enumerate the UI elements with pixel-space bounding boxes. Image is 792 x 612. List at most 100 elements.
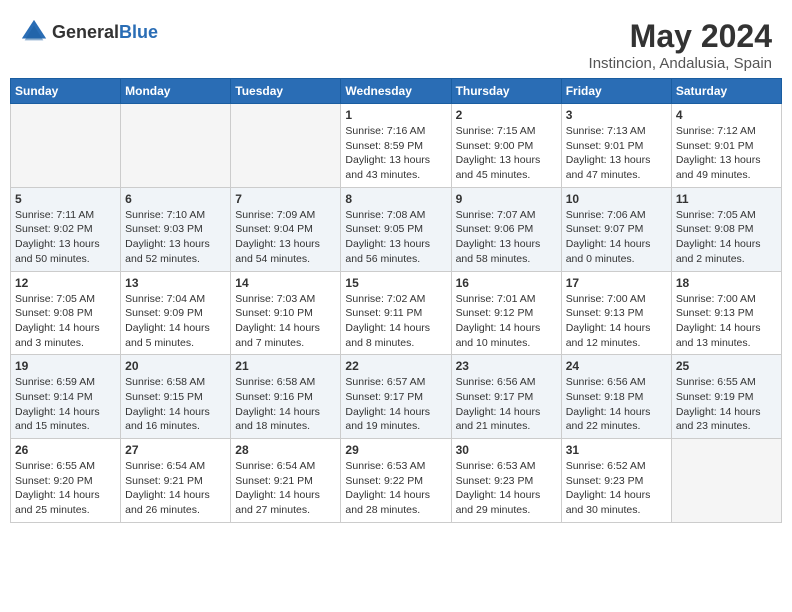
day-number: 31	[566, 443, 667, 457]
day-info: Sunrise: 6:56 AM Sunset: 9:18 PM Dayligh…	[566, 375, 667, 434]
day-number: 24	[566, 359, 667, 373]
day-number: 30	[456, 443, 557, 457]
calendar-title: May 2024	[589, 18, 772, 55]
day-number: 5	[15, 192, 116, 206]
calendar-cell: 7 Sunrise: 7:09 AM Sunset: 9:04 PM Daylig…	[231, 187, 341, 271]
week-row-1: 1Sunrise: 7:16 AM Sunset: 8:59 PM Daylig…	[11, 104, 782, 188]
day-info: Sunrise: 7:00 AM Sunset: 9:13 PM Dayligh…	[566, 292, 667, 351]
day-info: Sunrise: 7:03 AM Sunset: 9:10 PM Dayligh…	[235, 292, 336, 351]
day-number: 9	[456, 192, 557, 206]
day-info: Sunrise: 7:13 AM Sunset: 9:01 PM Dayligh…	[566, 124, 667, 183]
calendar-cell: 24 Sunrise: 6:56 AM Sunset: 9:18 PM Dayli…	[561, 355, 671, 439]
day-number: 22	[345, 359, 446, 373]
day-info: Sunrise: 7:05 AM Sunset: 9:08 PM Dayligh…	[676, 208, 777, 267]
day-header-tuesday: Tuesday	[231, 79, 341, 104]
calendar-cell: 25 Sunrise: 6:55 AM Sunset: 9:19 PM Dayli…	[671, 355, 781, 439]
page-header: GeneralBlue May 2024 Instincion, Andalus…	[10, 10, 782, 78]
calendar-cell: 2 Sunrise: 7:15 AM Sunset: 9:00 PM Daylig…	[451, 104, 561, 188]
calendar-cell	[231, 104, 341, 188]
calendar-cell: 18 Sunrise: 7:00 AM Sunset: 9:13 PM Dayli…	[671, 271, 781, 355]
day-number: 29	[345, 443, 446, 457]
day-header-thursday: Thursday	[451, 79, 561, 104]
calendar-cell: 3 Sunrise: 7:13 AM Sunset: 9:01 PM Daylig…	[561, 104, 671, 188]
logo-text-general: General	[52, 22, 119, 42]
day-info: Sunrise: 6:54 AM Sunset: 9:21 PM Dayligh…	[125, 459, 226, 518]
day-info: Sunrise: 6:58 AM Sunset: 9:15 PM Dayligh…	[125, 375, 226, 434]
calendar-cell: 16 Sunrise: 7:01 AM Sunset: 9:12 PM Dayli…	[451, 271, 561, 355]
calendar-cell	[11, 104, 121, 188]
day-number: 25	[676, 359, 777, 373]
calendar-cell: 27 Sunrise: 6:54 AM Sunset: 9:21 PM Dayli…	[121, 439, 231, 523]
calendar-cell: 10 Sunrise: 7:06 AM Sunset: 9:07 PM Dayli…	[561, 187, 671, 271]
calendar-cell: 28Sunrise: 6:54 AM Sunset: 9:21 PM Dayli…	[231, 439, 341, 523]
day-header-wednesday: Wednesday	[341, 79, 451, 104]
day-number: 16	[456, 276, 557, 290]
day-info: Sunrise: 7:06 AM Sunset: 9:07 PM Dayligh…	[566, 208, 667, 267]
calendar-cell	[671, 439, 781, 523]
calendar-cell: 29Sunrise: 6:53 AM Sunset: 9:22 PM Dayli…	[341, 439, 451, 523]
day-number: 14	[235, 276, 336, 290]
day-info: Sunrise: 7:15 AM Sunset: 9:00 PM Dayligh…	[456, 124, 557, 183]
calendar-cell: 9 Sunrise: 7:07 AM Sunset: 9:06 PM Daylig…	[451, 187, 561, 271]
calendar-cell: 1Sunrise: 7:16 AM Sunset: 8:59 PM Daylig…	[341, 104, 451, 188]
calendar-cell: 17 Sunrise: 7:00 AM Sunset: 9:13 PM Dayli…	[561, 271, 671, 355]
day-number: 2	[456, 108, 557, 122]
calendar-cell: 15Sunrise: 7:02 AM Sunset: 9:11 PM Dayli…	[341, 271, 451, 355]
day-number: 26	[15, 443, 116, 457]
day-info: Sunrise: 7:07 AM Sunset: 9:06 PM Dayligh…	[456, 208, 557, 267]
day-info: Sunrise: 6:58 AM Sunset: 9:16 PM Dayligh…	[235, 375, 336, 434]
day-number: 23	[456, 359, 557, 373]
logo-icon	[20, 18, 48, 46]
calendar-cell: 11 Sunrise: 7:05 AM Sunset: 9:08 PM Dayli…	[671, 187, 781, 271]
week-row-3: 12Sunrise: 7:05 AM Sunset: 9:08 PM Dayli…	[11, 271, 782, 355]
day-number: 13	[125, 276, 226, 290]
day-info: Sunrise: 6:59 AM Sunset: 9:14 PM Dayligh…	[15, 375, 116, 434]
day-info: Sunrise: 7:11 AM Sunset: 9:02 PM Dayligh…	[15, 208, 116, 267]
day-number: 27	[125, 443, 226, 457]
calendar-cell: 26 Sunrise: 6:55 AM Sunset: 9:20 PM Dayli…	[11, 439, 121, 523]
day-info: Sunrise: 7:12 AM Sunset: 9:01 PM Dayligh…	[676, 124, 777, 183]
calendar-cell: 14 Sunrise: 7:03 AM Sunset: 9:10 PM Dayli…	[231, 271, 341, 355]
week-row-5: 26 Sunrise: 6:55 AM Sunset: 9:20 PM Dayli…	[11, 439, 782, 523]
day-number: 8	[345, 192, 446, 206]
day-header-friday: Friday	[561, 79, 671, 104]
day-number: 12	[15, 276, 116, 290]
day-number: 19	[15, 359, 116, 373]
day-number: 20	[125, 359, 226, 373]
day-number: 21	[235, 359, 336, 373]
day-number: 10	[566, 192, 667, 206]
calendar-cell: 6 Sunrise: 7:10 AM Sunset: 9:03 PM Daylig…	[121, 187, 231, 271]
day-info: Sunrise: 7:00 AM Sunset: 9:13 PM Dayligh…	[676, 292, 777, 351]
calendar-cell: 19 Sunrise: 6:59 AM Sunset: 9:14 PM Dayli…	[11, 355, 121, 439]
day-number: 17	[566, 276, 667, 290]
calendar-cell: 12Sunrise: 7:05 AM Sunset: 9:08 PM Dayli…	[11, 271, 121, 355]
title-block: May 2024 Instincion, Andalusia, Spain	[589, 18, 772, 72]
logo: GeneralBlue	[20, 18, 158, 46]
day-info: Sunrise: 7:08 AM Sunset: 9:05 PM Dayligh…	[345, 208, 446, 267]
day-info: Sunrise: 7:09 AM Sunset: 9:04 PM Dayligh…	[235, 208, 336, 267]
day-number: 3	[566, 108, 667, 122]
calendar-subtitle: Instincion, Andalusia, Spain	[589, 55, 772, 72]
calendar-cell: 31 Sunrise: 6:52 AM Sunset: 9:23 PM Dayli…	[561, 439, 671, 523]
week-row-4: 19 Sunrise: 6:59 AM Sunset: 9:14 PM Dayli…	[11, 355, 782, 439]
calendar-cell: 30Sunrise: 6:53 AM Sunset: 9:23 PM Dayli…	[451, 439, 561, 523]
day-number: 18	[676, 276, 777, 290]
day-number: 11	[676, 192, 777, 206]
day-number: 4	[676, 108, 777, 122]
day-header-saturday: Saturday	[671, 79, 781, 104]
day-info: Sunrise: 7:01 AM Sunset: 9:12 PM Dayligh…	[456, 292, 557, 351]
day-info: Sunrise: 6:52 AM Sunset: 9:23 PM Dayligh…	[566, 459, 667, 518]
logo-text-blue: Blue	[119, 22, 158, 42]
day-info: Sunrise: 7:16 AM Sunset: 8:59 PM Dayligh…	[345, 124, 446, 183]
day-number: 7	[235, 192, 336, 206]
day-number: 28	[235, 443, 336, 457]
day-info: Sunrise: 6:55 AM Sunset: 9:19 PM Dayligh…	[676, 375, 777, 434]
calendar-table: SundayMondayTuesdayWednesdayThursdayFrid…	[10, 78, 782, 523]
calendar-cell: 13 Sunrise: 7:04 AM Sunset: 9:09 PM Dayli…	[121, 271, 231, 355]
day-header-monday: Monday	[121, 79, 231, 104]
day-info: Sunrise: 7:10 AM Sunset: 9:03 PM Dayligh…	[125, 208, 226, 267]
day-info: Sunrise: 6:55 AM Sunset: 9:20 PM Dayligh…	[15, 459, 116, 518]
day-number: 6	[125, 192, 226, 206]
day-number: 15	[345, 276, 446, 290]
day-info: Sunrise: 7:04 AM Sunset: 9:09 PM Dayligh…	[125, 292, 226, 351]
